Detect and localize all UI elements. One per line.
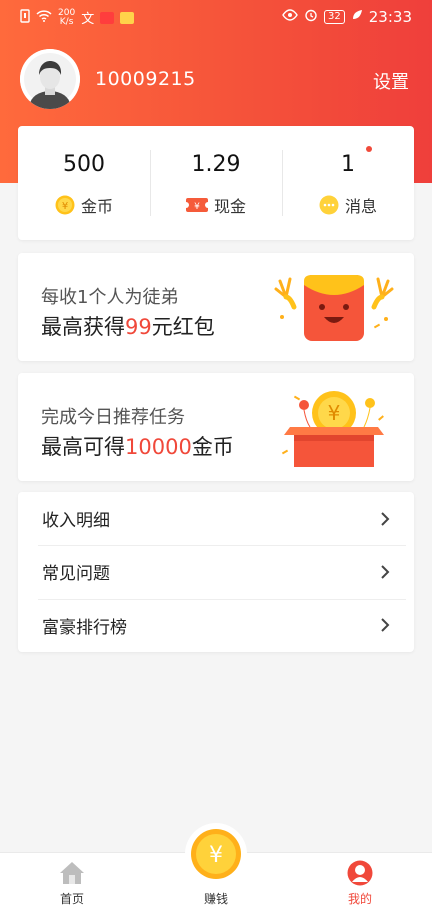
default-avatar-icon	[20, 49, 80, 109]
eye-comfort-icon	[282, 9, 298, 25]
app-notification-icon	[100, 11, 115, 24]
invite-apprentice-banner[interactable]: 每收1个人为徒弟 最高获得99元红包	[18, 253, 414, 361]
gift-box-coin-icon: ¥	[274, 387, 394, 473]
settings-button[interactable]: 设置	[373, 68, 409, 94]
clock-time: 23:33	[368, 8, 412, 26]
network-speed: 200 K/s	[58, 7, 76, 27]
unread-dot	[366, 146, 372, 152]
message-bubble-icon	[319, 195, 339, 215]
svg-text:¥: ¥	[209, 843, 223, 868]
leaf-icon	[351, 9, 363, 25]
coin-icon: ¥	[191, 829, 241, 879]
menu-item-faq[interactable]: 常见问题	[18, 545, 414, 598]
stat-coins[interactable]: 500 ¥ 金币	[18, 126, 150, 240]
promo-subtitle: 每收1个人为徒弟	[41, 287, 179, 308]
cash-amount: 1.29	[191, 152, 241, 177]
app-notification-icon	[120, 11, 135, 24]
user-icon	[347, 860, 373, 886]
tab-label: 首页	[59, 892, 84, 906]
stat-cash[interactable]: 1.29 ¥ 现金	[150, 126, 282, 240]
promo-highlight: 10000	[125, 435, 192, 459]
user-id: 10009215	[95, 68, 196, 90]
promo-highlight: 99	[125, 315, 152, 339]
menu-item-rich-ranking[interactable]: 富豪排行榜	[18, 598, 414, 652]
bottom-tab-bar: ¥ 首页 赚钱 我的	[0, 823, 432, 912]
red-envelope-mascot-icon	[274, 267, 394, 351]
tab-label: 赚钱	[203, 892, 228, 906]
menu-item-label: 收入明细	[42, 511, 110, 532]
message-label: 消息	[344, 197, 377, 216]
chevron-right-icon	[380, 511, 390, 527]
battery-icon: 32	[324, 10, 345, 24]
coin-count: 500	[63, 152, 105, 177]
sim-icon	[20, 8, 30, 27]
message-count: 1	[341, 152, 355, 177]
menu-list: 收入明细 常见问题 富豪排行榜	[18, 492, 414, 652]
chevron-right-icon	[380, 617, 390, 633]
promo-title: 最高可得10000金币	[41, 435, 234, 459]
menu-item-income-details[interactable]: 收入明细	[18, 492, 414, 545]
promo-title: 最高获得99元红包	[41, 315, 215, 339]
cash-label: 现金	[213, 197, 246, 216]
wifi-icon	[36, 9, 52, 26]
stats-card: 500 ¥ 金币 1.29 ¥ 现金 1 消息	[18, 126, 414, 240]
avatar[interactable]	[20, 49, 80, 109]
svg-text:¥: ¥	[62, 201, 68, 212]
tab-home[interactable]: 首页	[32, 860, 112, 907]
tab-earn[interactable]: 赚钱	[176, 890, 256, 907]
chevron-right-icon	[380, 564, 390, 580]
daily-task-banner[interactable]: 完成今日推荐任务 最高可得10000金币 ¥	[18, 373, 414, 481]
svg-text:¥: ¥	[194, 202, 200, 212]
status-bar: 200 K/s 文 32 23:33	[0, 0, 432, 36]
tab-me[interactable]: 我的	[320, 860, 400, 907]
svg-text:¥: ¥	[328, 401, 341, 425]
menu-item-label: 常见问题	[42, 564, 110, 585]
home-icon	[60, 862, 84, 884]
profile-section[interactable]: 10009215	[20, 49, 196, 109]
tab-label: 我的	[347, 892, 372, 906]
alarm-icon	[304, 8, 318, 26]
coin-icon: ¥	[55, 195, 75, 215]
promo-subtitle: 完成今日推荐任务	[41, 407, 185, 428]
cash-ticket-icon: ¥	[185, 197, 208, 213]
menu-item-label: 富豪排行榜	[42, 617, 127, 638]
earn-coin-button[interactable]: ¥	[185, 823, 247, 885]
coin-label: 金币	[80, 197, 113, 216]
stat-messages[interactable]: 1 消息	[282, 126, 414, 240]
app-notification-icon: 文	[81, 12, 95, 27]
